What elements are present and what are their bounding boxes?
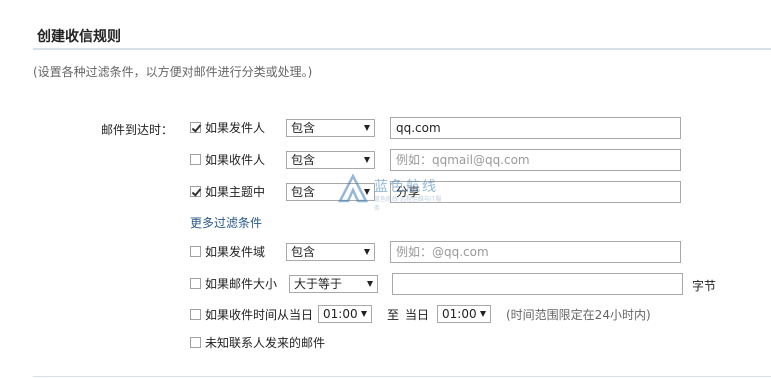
title-divider [33, 48, 771, 50]
chevron-down-icon [361, 311, 367, 317]
watermark: 蓝色航线 蓝色航线·远程运维与IT服务 [336, 174, 446, 212]
chevron-down-icon [364, 157, 370, 163]
receive-time-label: 如果收件时间从当日 [205, 308, 314, 322]
recipient-operator-select[interactable]: 包含 [286, 151, 375, 169]
chevron-down-icon [364, 125, 370, 131]
sender-domain-input[interactable]: 例如：@qq.com [390, 241, 681, 263]
recipient-label: 如果收件人 [205, 153, 266, 167]
subject-operator-value: 包含 [291, 185, 316, 199]
receive-time-start-select[interactable]: 01:00 [318, 305, 372, 323]
receive-time-end-value: 01:00 [442, 307, 477, 321]
mail-size-operator-value: 大于等于 [294, 277, 343, 291]
subject-label: 如果主题中 [205, 185, 266, 199]
sender-operator-value: 包含 [291, 121, 316, 135]
mail-size-unit: 字节 [692, 279, 717, 293]
receive-time-checkbox[interactable] [190, 309, 201, 320]
mail-size-operator-select[interactable]: 大于等于 [289, 275, 378, 293]
watermark-subtext: 蓝色航线·远程运维与IT服务 [374, 196, 442, 212]
unknown-contact-label: 未知联系人发来的邮件 [205, 336, 326, 350]
sender-domain-label: 如果发件域 [205, 245, 266, 259]
sender-domain-operator-select[interactable]: 包含 [286, 243, 375, 261]
receive-time-start-value: 01:00 [323, 307, 358, 321]
page-title: 创建收信规则 [37, 29, 121, 45]
watermark-logo-icon [337, 174, 369, 203]
more-filters-link[interactable]: 更多过滤条件 [190, 214, 262, 231]
sender-label: 如果发件人 [205, 121, 266, 135]
receive-time-end-prefix: 当日 [405, 308, 430, 322]
mail-size-checkbox[interactable] [190, 278, 201, 289]
rules-main-label: 邮件到达时： [101, 123, 174, 137]
sender-input[interactable]: qq.com [390, 117, 681, 139]
chevron-down-icon [367, 281, 373, 287]
sender-domain-operator-value: 包含 [291, 245, 316, 259]
subject-checkbox[interactable] [190, 186, 201, 197]
chevron-down-icon [480, 311, 486, 317]
watermark-text: 蓝色航线 [374, 179, 438, 195]
receive-time-end-select[interactable]: 01:00 [437, 305, 491, 323]
sender-checkbox[interactable] [190, 122, 201, 133]
recipient-input[interactable]: 例如：qqmail@qq.com [390, 149, 681, 171]
mail-size-label: 如果邮件大小 [205, 277, 278, 291]
page-description: (设置各种过滤条件，以方便对邮件进行分类或处理。) [33, 65, 313, 79]
mail-size-input[interactable] [392, 273, 683, 295]
recipient-operator-value: 包含 [291, 153, 316, 167]
receive-time-hint: (时间范围限定在24小时内) [506, 308, 651, 322]
sender-operator-select[interactable]: 包含 [286, 119, 375, 137]
recipient-checkbox[interactable] [190, 154, 201, 165]
bottom-divider [33, 376, 771, 377]
receive-time-to-label: 至 [387, 308, 400, 322]
chevron-down-icon [364, 249, 370, 255]
unknown-contact-checkbox[interactable] [190, 337, 201, 348]
sender-domain-checkbox[interactable] [190, 246, 201, 257]
